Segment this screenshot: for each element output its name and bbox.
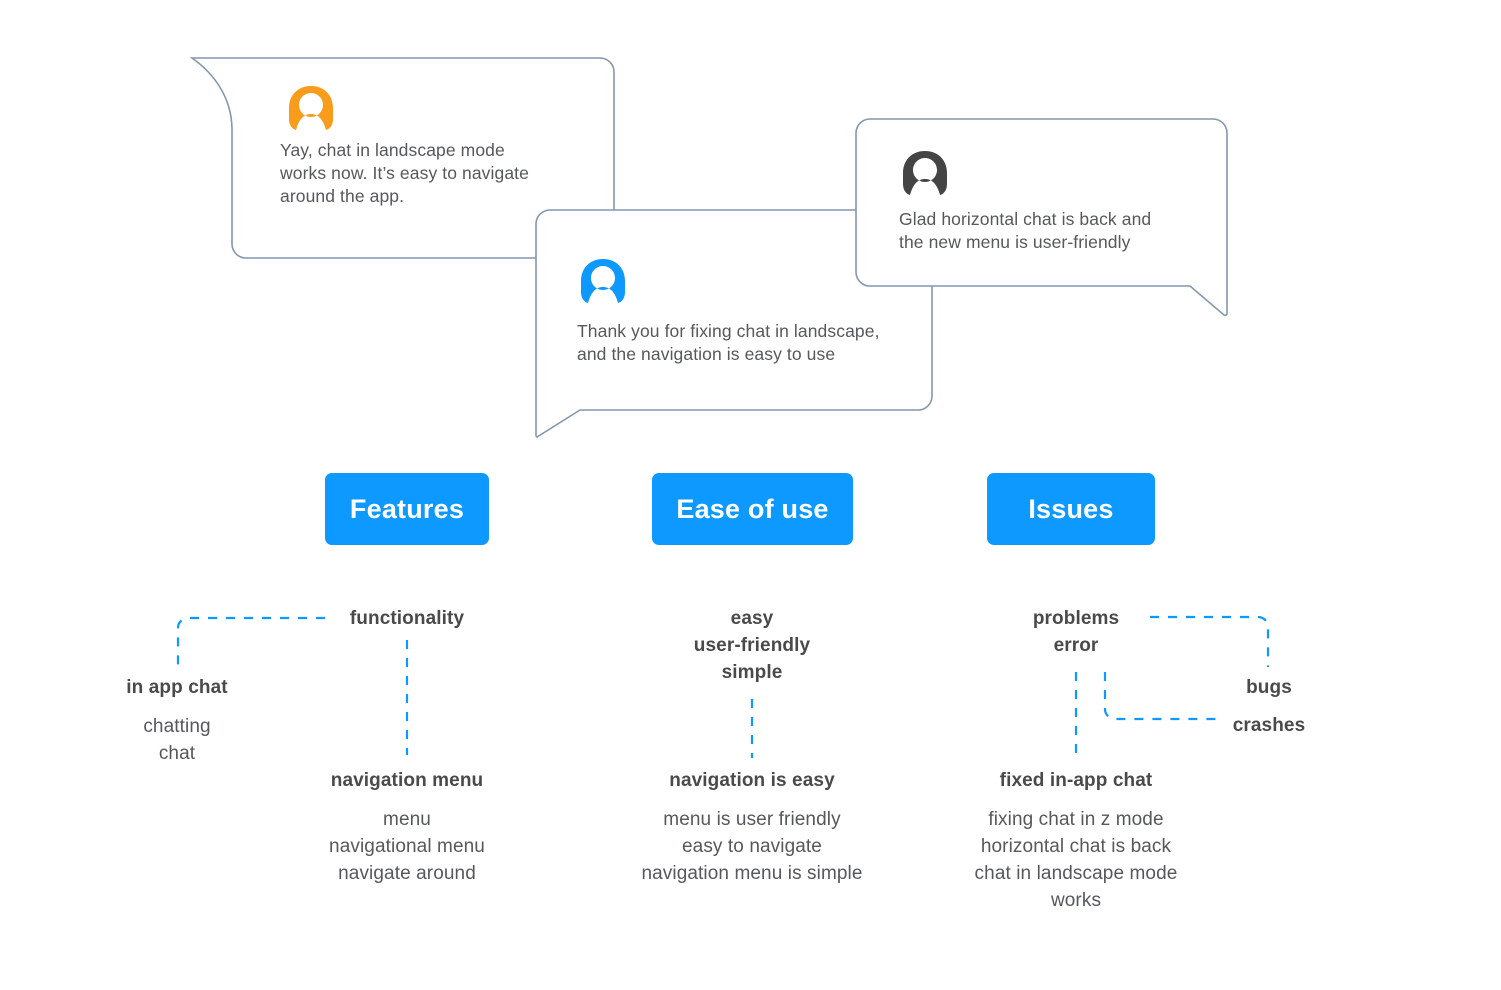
keyword-head-navigation-is-easy: navigation is easy <box>669 770 835 791</box>
keyword-head-fixed-in-app-chat: fixed in-app chat <box>999 770 1153 791</box>
keyword-head-problems-cluster: problems error <box>1032 608 1120 656</box>
person-avatar-icon <box>900 150 950 196</box>
keyword-head-crashes: crashes <box>1232 715 1306 736</box>
bubble-orange-text: Yay, chat in landscape mode works now. I… <box>280 140 529 206</box>
keyword-group-fixed-in-app-chat: fixed in-app chat fixing chat in z mode … <box>946 767 1206 914</box>
category-button-issues[interactable]: Issues <box>987 473 1155 545</box>
keyword-sub-navigation-menu: menu navigational menu navigate around <box>329 809 485 884</box>
category-button-features[interactable]: Features <box>325 473 489 545</box>
keyword-sub-in-app-chat: chatting chat <box>143 716 211 764</box>
keyword-head-easy-cluster: easy user-friendly simple <box>693 608 811 683</box>
keyword-head-in-app-chat: in app chat <box>126 677 228 698</box>
feedback-taxonomy-diagram: Yay, chat in landscape mode works now. I… <box>0 0 1501 990</box>
keyword-group-functionality: functionality <box>327 605 487 632</box>
keyword-head-bugs: bugs <box>1246 677 1292 698</box>
category-button-issues-label: Issues <box>1028 493 1114 524</box>
keyword-head-functionality: functionality <box>349 608 465 629</box>
bubble-blue-text: Thank you for fixing chat in landscape, … <box>577 321 880 364</box>
keyword-sub-navigation-is-easy: menu is user friendly easy to navigate n… <box>641 809 863 884</box>
person-avatar-icon <box>578 258 628 304</box>
keyword-sub-fixed-in-app-chat: fixing chat in z mode horizontal chat is… <box>974 809 1178 911</box>
bubble-gray: Glad horizontal chat is back and the new… <box>856 119 1227 286</box>
keyword-group-problems-cluster: problems error <box>986 605 1166 659</box>
keyword-head-navigation-menu: navigation menu <box>330 770 484 791</box>
category-button-ease-of-use-label: Ease of use <box>676 493 829 524</box>
category-button-features-label: Features <box>349 493 465 524</box>
keyword-group-crashes: crashes <box>1209 712 1329 739</box>
bubble-gray-text: Glad horizontal chat is back and the new… <box>899 209 1152 252</box>
keyword-group-navigation-menu: navigation menu menu navigational menu n… <box>297 767 517 887</box>
keyword-group-easy-cluster: easy user-friendly simple <box>652 605 852 686</box>
keyword-group-in-app-chat: in app chat chatting chat <box>97 674 257 767</box>
category-button-ease-of-use[interactable]: Ease of use <box>652 473 853 545</box>
keyword-group-bugs: bugs <box>1209 674 1329 701</box>
keyword-group-navigation-is-easy: navigation is easy menu is user friendly… <box>622 767 882 887</box>
person-avatar-icon <box>286 85 336 131</box>
